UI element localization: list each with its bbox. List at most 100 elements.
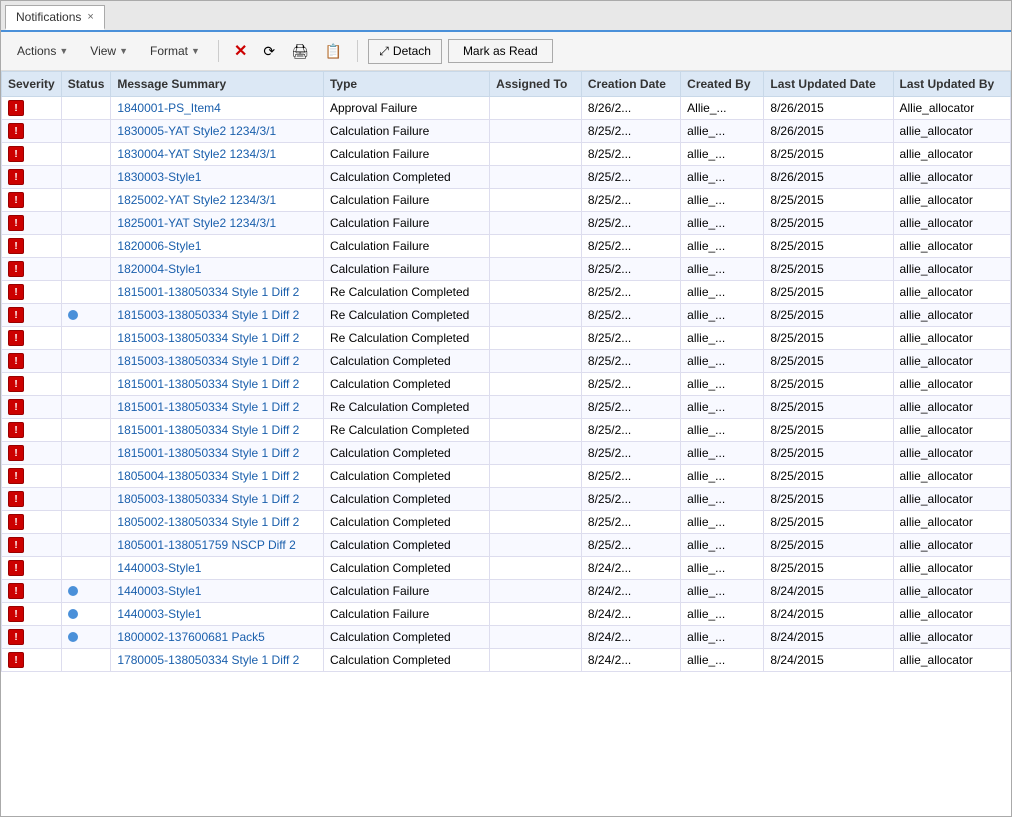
message-link[interactable]: 1820004-Style1: [117, 262, 201, 276]
message-summary-cell[interactable]: 1440003-Style1: [111, 603, 324, 626]
creation-date-cell: 8/25/2...: [581, 258, 680, 281]
message-summary-cell[interactable]: 1815001-138050334 Style 1 Diff 2: [111, 281, 324, 304]
col-status[interactable]: Status: [61, 72, 111, 97]
table-row[interactable]: !1815001-138050334 Style 1 Diff 2Calcula…: [2, 442, 1011, 465]
message-link[interactable]: 1440003-Style1: [117, 584, 201, 598]
table-row[interactable]: !1780005-138050334 Style 1 Diff 2Calcula…: [2, 649, 1011, 672]
message-summary-cell[interactable]: 1780005-138050334 Style 1 Diff 2: [111, 649, 324, 672]
col-last-updated-by[interactable]: Last Updated By: [893, 72, 1011, 97]
message-summary-cell[interactable]: 1830003-Style1: [111, 166, 324, 189]
table-row[interactable]: !1820004-Style1Calculation Failure8/25/2…: [2, 258, 1011, 281]
actions-button[interactable]: Actions ▼: [9, 41, 76, 61]
table-row[interactable]: !1825001-YAT Style2 1234/3/1Calculation …: [2, 212, 1011, 235]
message-link[interactable]: 1825001-YAT Style2 1234/3/1: [117, 216, 276, 230]
message-link[interactable]: 1805004-138050334 Style 1 Diff 2: [117, 469, 299, 483]
message-link[interactable]: 1815001-138050334 Style 1 Diff 2: [117, 400, 299, 414]
message-link[interactable]: 1820006-Style1: [117, 239, 201, 253]
table-row[interactable]: !1800002-137600681 Pack5Calculation Comp…: [2, 626, 1011, 649]
message-summary-cell[interactable]: 1805001-138051759 NSCP Diff 2: [111, 534, 324, 557]
message-summary-cell[interactable]: 1815003-138050334 Style 1 Diff 2: [111, 304, 324, 327]
message-summary-cell[interactable]: 1800002-137600681 Pack5: [111, 626, 324, 649]
table-row[interactable]: !1805004-138050334 Style 1 Diff 2Calcula…: [2, 465, 1011, 488]
format-button[interactable]: Format ▼: [142, 41, 208, 61]
message-link[interactable]: 1825002-YAT Style2 1234/3/1: [117, 193, 276, 207]
table-row[interactable]: !1840001-PS_Item4Approval Failure8/26/2.…: [2, 97, 1011, 120]
message-summary-cell[interactable]: 1820004-Style1: [111, 258, 324, 281]
delete-button[interactable]: ✕: [229, 38, 252, 64]
message-summary-cell[interactable]: 1805002-138050334 Style 1 Diff 2: [111, 511, 324, 534]
table-row[interactable]: !1805002-138050334 Style 1 Diff 2Calcula…: [2, 511, 1011, 534]
message-link[interactable]: 1440003-Style1: [117, 561, 201, 575]
table-row[interactable]: !1815001-138050334 Style 1 Diff 2Re Calc…: [2, 419, 1011, 442]
message-link[interactable]: 1815001-138050334 Style 1 Diff 2: [117, 423, 299, 437]
message-summary-cell[interactable]: 1815001-138050334 Style 1 Diff 2: [111, 442, 324, 465]
table-row[interactable]: !1815003-138050334 Style 1 Diff 2Calcula…: [2, 350, 1011, 373]
message-summary-cell[interactable]: 1440003-Style1: [111, 557, 324, 580]
message-summary-cell[interactable]: 1805003-138050334 Style 1 Diff 2: [111, 488, 324, 511]
message-summary-cell[interactable]: 1830004-YAT Style2 1234/3/1: [111, 143, 324, 166]
status-cell: [61, 350, 111, 373]
table-row[interactable]: !1815001-138050334 Style 1 Diff 2Re Calc…: [2, 281, 1011, 304]
col-message[interactable]: Message Summary: [111, 72, 324, 97]
message-summary-cell[interactable]: 1830005-YAT Style2 1234/3/1: [111, 120, 324, 143]
mark-as-read-button[interactable]: Mark as Read: [448, 39, 553, 63]
message-summary-cell[interactable]: 1825002-YAT Style2 1234/3/1: [111, 189, 324, 212]
refresh-button[interactable]: ⟳: [258, 40, 280, 63]
message-link[interactable]: 1815003-138050334 Style 1 Diff 2: [117, 331, 299, 345]
message-link[interactable]: 1800002-137600681 Pack5: [117, 630, 264, 644]
table-row[interactable]: !1830005-YAT Style2 1234/3/1Calculation …: [2, 120, 1011, 143]
table-row[interactable]: !1825002-YAT Style2 1234/3/1Calculation …: [2, 189, 1011, 212]
table-row[interactable]: !1830004-YAT Style2 1234/3/1Calculation …: [2, 143, 1011, 166]
message-link[interactable]: 1805001-138051759 NSCP Diff 2: [117, 538, 295, 552]
export-button[interactable]: 📋: [320, 40, 347, 63]
table-row[interactable]: !1820006-Style1Calculation Failure8/25/2…: [2, 235, 1011, 258]
tab-close-icon[interactable]: ×: [87, 11, 93, 23]
last-updated-by-cell: allie_allocator: [893, 304, 1011, 327]
message-summary-cell[interactable]: 1805004-138050334 Style 1 Diff 2: [111, 465, 324, 488]
message-link[interactable]: 1830003-Style1: [117, 170, 201, 184]
message-link[interactable]: 1830005-YAT Style2 1234/3/1: [117, 124, 276, 138]
table-row[interactable]: !1440003-Style1Calculation Completed8/24…: [2, 557, 1011, 580]
message-link[interactable]: 1815001-138050334 Style 1 Diff 2: [117, 285, 299, 299]
message-summary-cell[interactable]: 1440003-Style1: [111, 580, 324, 603]
table-row[interactable]: !1805003-138050334 Style 1 Diff 2Calcula…: [2, 488, 1011, 511]
message-link[interactable]: 1830004-YAT Style2 1234/3/1: [117, 147, 276, 161]
col-type[interactable]: Type: [323, 72, 489, 97]
type-cell: Calculation Completed: [323, 166, 489, 189]
last-updated-date-cell: 8/25/2015: [764, 281, 893, 304]
message-summary-cell[interactable]: 1815003-138050334 Style 1 Diff 2: [111, 327, 324, 350]
col-created-by[interactable]: Created By: [681, 72, 764, 97]
message-summary-cell[interactable]: 1815001-138050334 Style 1 Diff 2: [111, 396, 324, 419]
table-row[interactable]: !1805001-138051759 NSCP Diff 2Calculatio…: [2, 534, 1011, 557]
message-summary-cell[interactable]: 1815001-138050334 Style 1 Diff 2: [111, 419, 324, 442]
col-last-updated-date[interactable]: Last Updated Date: [764, 72, 893, 97]
message-summary-cell[interactable]: 1820006-Style1: [111, 235, 324, 258]
message-link[interactable]: 1805003-138050334 Style 1 Diff 2: [117, 492, 299, 506]
message-summary-cell[interactable]: 1815003-138050334 Style 1 Diff 2: [111, 350, 324, 373]
message-link[interactable]: 1780005-138050334 Style 1 Diff 2: [117, 653, 299, 667]
table-row[interactable]: !1815001-138050334 Style 1 Diff 2Re Calc…: [2, 396, 1011, 419]
table-row[interactable]: !1815003-138050334 Style 1 Diff 2Re Calc…: [2, 327, 1011, 350]
message-link[interactable]: 1840001-PS_Item4: [117, 101, 220, 115]
message-link[interactable]: 1815001-138050334 Style 1 Diff 2: [117, 446, 299, 460]
message-link[interactable]: 1815003-138050334 Style 1 Diff 2: [117, 308, 299, 322]
view-button[interactable]: View ▼: [82, 41, 136, 61]
col-creation-date[interactable]: Creation Date: [581, 72, 680, 97]
table-row[interactable]: !1815001-138050334 Style 1 Diff 2Calcula…: [2, 373, 1011, 396]
detach-button[interactable]: ⤢ Detach: [368, 39, 442, 64]
message-summary-cell[interactable]: 1840001-PS_Item4: [111, 97, 324, 120]
table-row[interactable]: !1815003-138050334 Style 1 Diff 2Re Calc…: [2, 304, 1011, 327]
message-link[interactable]: 1815003-138050334 Style 1 Diff 2: [117, 354, 299, 368]
message-link[interactable]: 1815001-138050334 Style 1 Diff 2: [117, 377, 299, 391]
message-link[interactable]: 1805002-138050334 Style 1 Diff 2: [117, 515, 299, 529]
col-assigned-to[interactable]: Assigned To: [490, 72, 582, 97]
tab-notifications[interactable]: Notifications ×: [5, 5, 105, 30]
table-row[interactable]: !1440003-Style1Calculation Failure8/24/2…: [2, 603, 1011, 626]
table-row[interactable]: !1830003-Style1Calculation Completed8/25…: [2, 166, 1011, 189]
print-button[interactable]: 🖨: [286, 40, 314, 63]
message-summary-cell[interactable]: 1825001-YAT Style2 1234/3/1: [111, 212, 324, 235]
col-severity[interactable]: Severity: [2, 72, 62, 97]
table-row[interactable]: !1440003-Style1Calculation Failure8/24/2…: [2, 580, 1011, 603]
message-summary-cell[interactable]: 1815001-138050334 Style 1 Diff 2: [111, 373, 324, 396]
message-link[interactable]: 1440003-Style1: [117, 607, 201, 621]
